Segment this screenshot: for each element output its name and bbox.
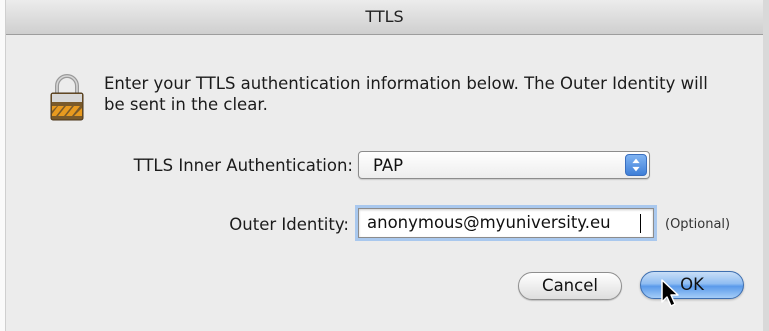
outer-identity-label: Outer Identity: bbox=[229, 215, 349, 234]
ttls-dialog: TTLS Enter your TTLS authentication info… bbox=[0, 0, 769, 331]
mouse-pointer-icon bbox=[661, 279, 679, 307]
info-message: Enter your TTLS authentication informati… bbox=[104, 74, 708, 114]
inner-auth-popup[interactable]: PAP bbox=[358, 151, 650, 179]
outer-identity-field[interactable]: anonymous@myuniversity.eu bbox=[358, 208, 654, 238]
outer-identity-value: anonymous@myuniversity.eu bbox=[367, 213, 611, 232]
ok-button[interactable]: OK bbox=[640, 271, 744, 299]
lock-icon bbox=[50, 74, 84, 121]
inner-auth-label: TTLS Inner Authentication: bbox=[133, 156, 353, 175]
cancel-button[interactable]: Cancel bbox=[518, 272, 622, 300]
optional-hint: (Optional) bbox=[665, 217, 731, 232]
text-caret bbox=[640, 214, 641, 233]
inner-auth-selected-value: PAP bbox=[373, 156, 404, 175]
up-down-arrows-icon bbox=[625, 154, 647, 176]
dialog-title: TTLS bbox=[6, 0, 763, 35]
dialog-right-edge bbox=[763, 0, 769, 331]
background-window-edge bbox=[0, 0, 6, 331]
